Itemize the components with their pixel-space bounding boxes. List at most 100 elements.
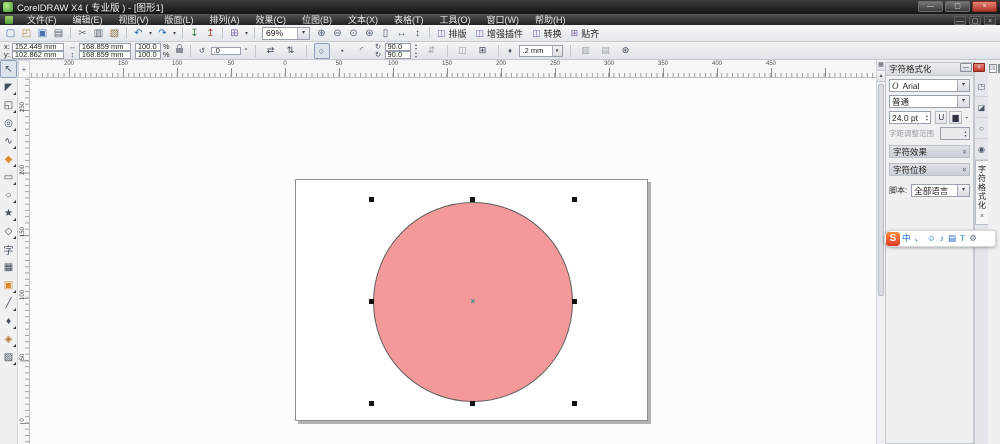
scale-v-field[interactable]: 100.0 [135,51,161,59]
launcher-dropdown[interactable]: ▾ [243,26,250,41]
docker-tab-fillet[interactable]: ○ [975,118,988,139]
ime-toolbox[interactable]: ⚙ [969,231,977,246]
selection-handle[interactable] [572,401,577,406]
menu-item[interactable]: 效果(C) [248,15,295,25]
ime-chinese-mode[interactable]: 中 [902,231,911,246]
font-family-combo[interactable]: O Arial ▾ [889,79,970,92]
snap-button[interactable]: ⊞ 贴齐 [567,26,604,41]
ruler-menu-button[interactable]: ▦ [877,60,885,71]
docker-tab-shaping[interactable]: ◪ [975,97,988,118]
table-tool[interactable]: ▦ [0,258,17,276]
script-combo[interactable]: 全部语言 ▾ [911,184,970,197]
paste-button[interactable]: ▧ [107,26,122,41]
zoom-width-button[interactable]: ↔ [394,26,409,41]
outline-width-combo[interactable]: .2 mm ▾ [519,45,563,57]
quick-customize-button[interactable]: ⊛ [618,43,634,59]
zoom-tool[interactable]: ◎ [0,114,17,132]
lock-ratio-icon[interactable] [176,48,183,53]
menu-item[interactable]: 文本(X) [340,15,386,25]
menu-item[interactable]: 编辑(E) [65,15,111,25]
undo-button[interactable]: ↶ [131,26,146,41]
chevron-expand-icon[interactable]: « [959,167,968,171]
rectangle-tool[interactable]: ▭ [0,168,17,186]
font-size-spinbox[interactable]: 24.0 pt ▴▾ [889,111,931,124]
selection-handle[interactable] [369,197,374,202]
undo-dropdown[interactable]: ▾ [147,26,154,41]
smart-fill-tool[interactable]: ◆ [0,150,17,168]
open-button[interactable]: ◰ [19,26,34,41]
import-button[interactable]: ↧ [187,26,202,41]
character-shift-section[interactable]: 字符位移 « [889,163,970,176]
no-color-swatch[interactable]: ⊠ [989,64,997,73]
character-style-button[interactable]: ▆ [949,111,961,124]
new-button[interactable]: ▢ [3,26,18,41]
ime-punctuation[interactable]: 、 [915,231,924,246]
chevron-down-icon[interactable]: ▾ [957,185,969,196]
zoom-height-button[interactable]: ↕ [410,26,425,41]
arc-end-field[interactable]: 90.0 [385,51,411,59]
copy-button[interactable]: ▥ [91,26,106,41]
restore-button[interactable]: ▢ [945,1,970,12]
pie-mode-button[interactable]: ◔ [334,43,350,59]
zoom-level-combo[interactable]: 69% ▾ [262,27,310,40]
menu-item[interactable]: 文件(F) [19,15,65,25]
chevron-expand-icon[interactable]: « [959,149,968,153]
scroll-up-button[interactable]: ▴ [877,71,885,82]
spinner[interactable]: ▴▾ [413,51,420,58]
drawing-canvas[interactable]: × [30,78,876,444]
menu-item[interactable]: 工具(O) [432,15,479,25]
docker-tab-transform[interactable]: ◳ [975,76,988,97]
save-button[interactable]: ▣ [35,26,50,41]
text-tool[interactable]: 字 [0,240,17,258]
selection-handle[interactable] [369,401,374,406]
underline-button[interactable]: U [935,111,947,124]
ime-emoji[interactable]: ☺ [927,231,936,246]
fill-tool[interactable]: ◈ [0,330,17,348]
docker-tab-character-formatting[interactable]: 字符格式化 × [975,160,988,225]
zoom-out-button[interactable]: ⊖ [330,26,345,41]
menu-item[interactable]: 帮助(H) [527,15,574,25]
arc-direction-button[interactable]: ⇵ [424,43,440,59]
redo-dropdown[interactable]: ▾ [171,26,178,41]
polygon-tool[interactable]: ★ [0,204,17,222]
pick-tool[interactable]: ↖ [0,60,17,78]
wrap-paragraph-b-button[interactable]: ▤ [598,43,614,59]
zoom-in-button[interactable]: ⊕ [314,26,329,41]
print-button[interactable]: ▤ [51,26,66,41]
character-effects-section[interactable]: 字符效果 « [889,145,970,158]
menu-item[interactable]: 位图(B) [294,15,340,25]
typeset-button[interactable]: ◫ 排版 [433,26,471,41]
selection-handle[interactable] [572,299,577,304]
doc-close-button[interactable]: × [984,16,996,25]
cut-button[interactable]: ✂ [75,26,90,41]
docker-tab-contour[interactable]: ◉ [975,139,988,160]
interactive-fill-tool[interactable]: ▨ [0,348,17,366]
selection-handle[interactable] [369,299,374,304]
vertical-scrollbar[interactable]: ▦ ▴ [876,60,885,444]
arc-mode-button[interactable]: ◜ [354,43,370,59]
plugins-button[interactable]: ◫ 增强插件 [472,26,528,41]
selection-handle[interactable] [470,197,475,202]
rotation-angle-field[interactable]: .0 [211,47,241,55]
object-center-marker[interactable]: × [471,297,476,306]
spinner[interactable]: ▴▾ [923,114,930,121]
menu-item[interactable]: 视图(V) [111,15,157,25]
menu-item[interactable]: 窗口(W) [479,15,528,25]
menu-item[interactable]: 排列(A) [202,15,248,25]
minimize-button[interactable]: — [918,1,943,12]
ellipse-tool[interactable]: ○ [0,186,17,204]
close-button[interactable]: × [972,1,997,12]
interactive-blend-tool[interactable]: ▣ [0,276,17,294]
close-icon[interactable]: × [980,213,984,220]
freehand-tool[interactable]: ∿ [0,132,17,150]
outline-pen-tool[interactable]: ♦ [0,312,17,330]
docker-close-button[interactable]: × [973,63,985,72]
wrap-paragraph-a-button[interactable]: ▥ [578,43,594,59]
chevron-down-icon[interactable]: ▾ [957,96,969,107]
export-button[interactable]: ↥ [203,26,218,41]
ruler-origin-button[interactable]: + [18,60,30,78]
doc-restore-button[interactable]: ▢ [969,16,981,25]
font-style-combo[interactable]: 普通 ▾ [889,95,970,108]
app-launcher-button[interactable]: ⊞ [227,26,242,41]
basic-shapes-tool[interactable]: ◇ [0,222,17,240]
